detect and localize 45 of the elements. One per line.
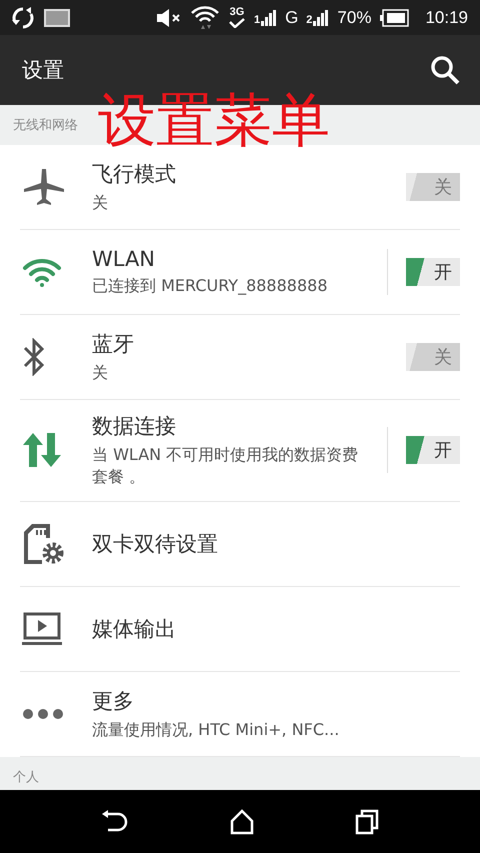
item-title: WLAN — [92, 246, 156, 271]
item-title: 蓝牙 — [92, 330, 135, 358]
settings-item[interactable]: WLAN 已连接到 MERCURY_88888888 开 — [20, 230, 460, 315]
settings-item[interactable]: 双卡双待设置 — [20, 502, 460, 587]
toggle-switch[interactable]: 开 — [406, 258, 460, 286]
recent-apps-icon[interactable] — [354, 808, 380, 834]
more-icon — [22, 708, 64, 720]
battery-percent: 70% — [337, 8, 372, 28]
signal-icon — [313, 10, 330, 26]
up-down-arrows-icon — [22, 433, 62, 468]
battery-icon — [379, 8, 410, 26]
mute-icon — [156, 8, 182, 28]
signal-icon — [261, 10, 278, 26]
wifi-icon — [22, 257, 62, 287]
item-title: 双卡双待设置 — [92, 530, 219, 558]
item-title: 飞行模式 — [92, 160, 177, 188]
airplane-icon — [22, 167, 66, 207]
sync-icon — [10, 6, 36, 30]
section-header: 个人 — [0, 756, 480, 790]
settings-item[interactable]: 数据连接 当 WLAN 不可用时使用我的数据资费套餐 。 开 — [20, 400, 460, 502]
item-title: 更多 — [92, 688, 135, 715]
back-icon[interactable] — [100, 808, 130, 834]
item-subtitle: 关 — [92, 192, 109, 214]
bluetooth-icon — [22, 338, 46, 376]
home-icon[interactable] — [228, 808, 255, 834]
item-title: 媒体输出 — [92, 616, 177, 643]
check-icon — [228, 18, 246, 28]
monitor-play-icon — [22, 612, 62, 646]
search-icon[interactable] — [430, 55, 460, 85]
network-type: 3G — [230, 7, 244, 18]
item-subtitle: 已连接到 MERCURY_88888888 — [92, 274, 329, 297]
settings-item[interactable]: 蓝牙 关 关 — [20, 315, 460, 400]
settings-item[interactable]: 媒体输出 — [20, 586, 460, 672]
item-subtitle: 当 WLAN 不可用时使用我的数据资费套餐 。 — [92, 444, 360, 488]
clock: 10:19 — [425, 8, 468, 28]
toggle-switch[interactable]: 开 — [406, 436, 460, 464]
sim-label: 1 — [254, 14, 260, 26]
item-subtitle: 关 — [92, 362, 109, 384]
item-title: 数据连接 — [92, 413, 177, 440]
sim-label: 2 — [306, 14, 312, 26]
sim-card-gear-icon — [22, 522, 66, 566]
image-icon — [44, 8, 70, 28]
item-subtitle: 流量使用情况, HTC Mini+, NFC... — [92, 718, 340, 741]
network-type: G — [285, 8, 298, 28]
screen-title: 设置 — [22, 57, 64, 84]
